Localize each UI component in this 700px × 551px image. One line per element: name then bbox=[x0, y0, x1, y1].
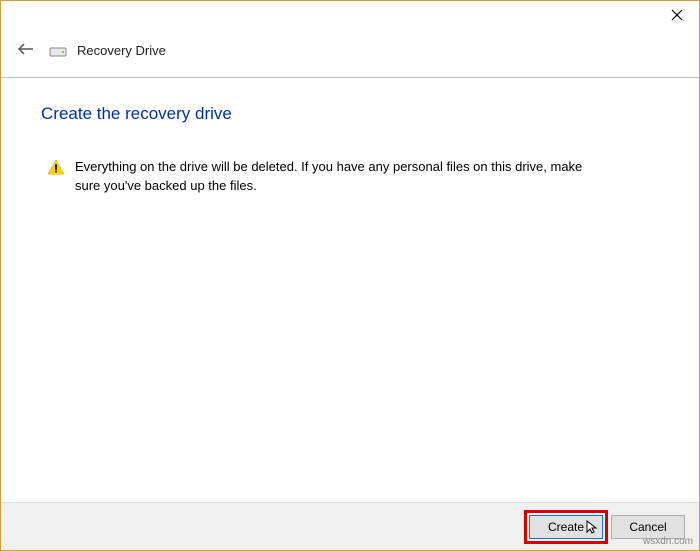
wizard-header: Recovery Drive bbox=[1, 31, 699, 78]
warning-text: Everything on the drive will be deleted.… bbox=[75, 158, 600, 196]
close-icon bbox=[671, 9, 683, 21]
close-button[interactable] bbox=[654, 1, 699, 29]
create-button[interactable]: Create bbox=[529, 515, 603, 539]
cancel-button-label: Cancel bbox=[629, 520, 666, 534]
warning-row: Everything on the drive will be deleted.… bbox=[47, 158, 659, 196]
watermark: wsxdn.com bbox=[643, 536, 693, 547]
recovery-drive-wizard-window: Recovery Drive Create the recovery drive… bbox=[0, 0, 700, 551]
create-button-label: Create bbox=[548, 520, 584, 534]
cancel-button[interactable]: Cancel bbox=[611, 515, 685, 539]
wizard-content: Create the recovery drive Everything on … bbox=[1, 78, 699, 502]
wizard-footer: Create Cancel bbox=[1, 502, 699, 550]
back-arrow-icon bbox=[17, 42, 35, 56]
cursor-icon bbox=[586, 520, 598, 537]
wizard-title: Recovery Drive bbox=[77, 43, 166, 58]
drive-icon bbox=[49, 44, 67, 56]
titlebar bbox=[1, 1, 699, 31]
warning-icon bbox=[47, 158, 65, 176]
page-heading: Create the recovery drive bbox=[41, 104, 659, 124]
back-button[interactable] bbox=[13, 39, 39, 61]
